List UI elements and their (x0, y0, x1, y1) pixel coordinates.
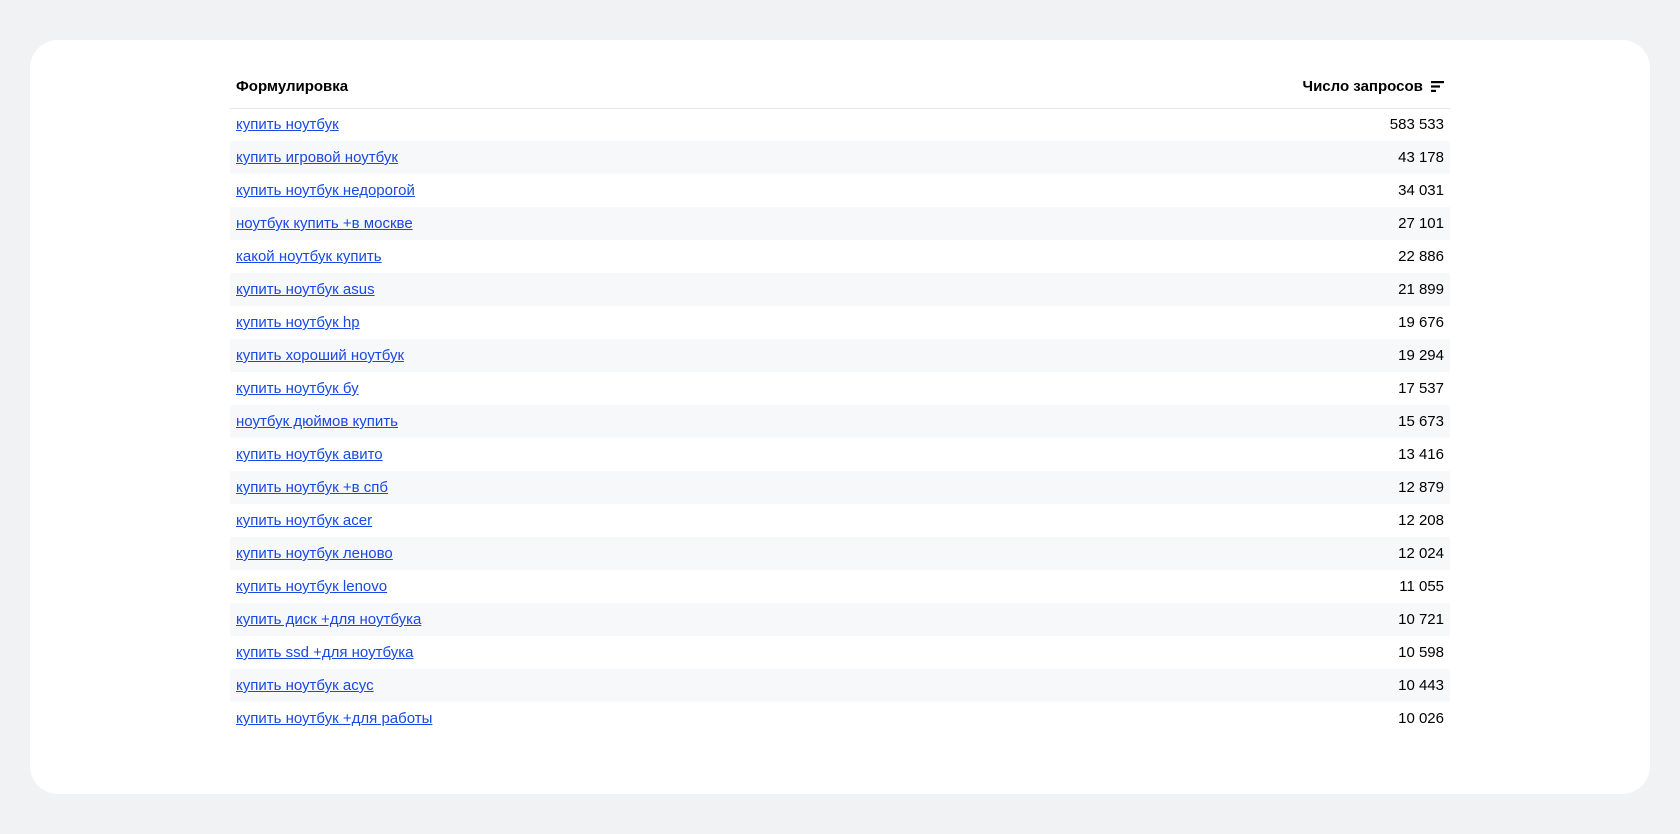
count-cell: 12 208 (933, 504, 1450, 537)
count-cell: 19 676 (933, 306, 1450, 339)
query-link[interactable]: купить ноутбук hp (236, 314, 360, 331)
query-cell: купить ноутбук бу (230, 372, 933, 405)
query-link[interactable]: купить ssd +для ноутбука (236, 644, 413, 661)
table-row: купить диск +для ноутбука 10 721 (230, 603, 1450, 636)
query-cell: купить ноутбук asus (230, 273, 933, 306)
query-link[interactable]: купить игровой ноутбук (236, 149, 398, 166)
query-cell: ноутбук купить +в москве (230, 207, 933, 240)
table-row: купить ноутбук asus 21 899 (230, 273, 1450, 306)
query-link[interactable]: купить ноутбук недорогой (236, 182, 415, 199)
query-cell: ноутбук дюймов купить (230, 405, 933, 438)
count-cell: 34 031 (933, 174, 1450, 207)
count-cell: 12 879 (933, 471, 1450, 504)
count-cell: 15 673 (933, 405, 1450, 438)
table-row: купить ноутбук +для работы 10 026 (230, 702, 1450, 735)
query-link[interactable]: купить ноутбук леново (236, 545, 393, 562)
column-header-query-label: Формулировка (236, 78, 348, 95)
table-row: купить ноутбук acer 12 208 (230, 504, 1450, 537)
count-cell: 21 899 (933, 273, 1450, 306)
query-cell: купить ssd +для ноутбука (230, 636, 933, 669)
table-row: купить ноутбук бу 17 537 (230, 372, 1450, 405)
count-cell: 13 416 (933, 438, 1450, 471)
query-link[interactable]: купить диск +для ноутбука (236, 611, 421, 628)
table-row: купить игровой ноутбук 43 178 (230, 141, 1450, 174)
query-link[interactable]: купить ноутбук asus (236, 281, 375, 298)
query-cell: купить ноутбук +для работы (230, 702, 933, 735)
query-link[interactable]: купить ноутбук acer (236, 512, 372, 529)
query-cell: купить хороший ноутбук (230, 339, 933, 372)
count-cell: 17 537 (933, 372, 1450, 405)
count-cell: 11 055 (933, 570, 1450, 603)
results-card: Формулировка Число запросов купить ноутб… (30, 40, 1650, 794)
column-header-count-label: Число запросов (1303, 78, 1423, 95)
count-cell: 12 024 (933, 537, 1450, 570)
query-link[interactable]: купить ноутбук +для работы (236, 710, 432, 727)
table-row: ноутбук купить +в москве 27 101 (230, 207, 1450, 240)
table-row: купить ноутбук lenovo 11 055 (230, 570, 1450, 603)
column-header-query[interactable]: Формулировка (230, 68, 933, 108)
query-link[interactable]: ноутбук дюймов купить (236, 413, 398, 430)
query-link[interactable]: купить ноутбук (236, 116, 339, 133)
table-row: купить ssd +для ноутбука 10 598 (230, 636, 1450, 669)
query-cell: купить игровой ноутбук (230, 141, 933, 174)
query-link[interactable]: купить хороший ноутбук (236, 347, 404, 364)
query-cell: купить ноутбук hp (230, 306, 933, 339)
query-cell: купить ноутбук +в спб (230, 471, 933, 504)
sort-desc-icon (1431, 79, 1444, 96)
query-cell: купить ноутбук авито (230, 438, 933, 471)
query-link[interactable]: купить ноутбук бу (236, 380, 359, 397)
table-row: купить ноутбук +в спб 12 879 (230, 471, 1450, 504)
table-row: купить ноутбук недорогой 34 031 (230, 174, 1450, 207)
query-cell: купить ноутбук acer (230, 504, 933, 537)
count-cell: 43 178 (933, 141, 1450, 174)
query-cell: купить ноутбук асус (230, 669, 933, 702)
table-row: ноутбук дюймов купить 15 673 (230, 405, 1450, 438)
count-cell: 22 886 (933, 240, 1450, 273)
count-cell: 10 026 (933, 702, 1450, 735)
query-link[interactable]: купить ноутбук асус (236, 677, 374, 694)
table-row: купить ноутбук асус 10 443 (230, 669, 1450, 702)
count-cell: 19 294 (933, 339, 1450, 372)
table-row: купить ноутбук леново 12 024 (230, 537, 1450, 570)
query-cell: купить ноутбук леново (230, 537, 933, 570)
query-link[interactable]: какой ноутбук купить (236, 248, 382, 265)
query-cell: купить ноутбук lenovo (230, 570, 933, 603)
table-row: купить хороший ноутбук 19 294 (230, 339, 1450, 372)
query-link[interactable]: купить ноутбук +в спб (236, 479, 388, 496)
query-link[interactable]: ноутбук купить +в москве (236, 215, 413, 232)
count-cell: 27 101 (933, 207, 1450, 240)
query-cell: купить ноутбук недорогой (230, 174, 933, 207)
query-link[interactable]: купить ноутбук lenovo (236, 578, 387, 595)
count-cell: 10 721 (933, 603, 1450, 636)
table-row: купить ноутбук 583 533 (230, 108, 1450, 141)
table-row: купить ноутбук hp 19 676 (230, 306, 1450, 339)
query-cell: купить ноутбук (230, 108, 933, 141)
table-row: какой ноутбук купить 22 886 (230, 240, 1450, 273)
column-header-count[interactable]: Число запросов (933, 68, 1450, 108)
count-cell: 10 443 (933, 669, 1450, 702)
count-cell: 583 533 (933, 108, 1450, 141)
query-link[interactable]: купить ноутбук авито (236, 446, 383, 463)
query-cell: какой ноутбук купить (230, 240, 933, 273)
count-cell: 10 598 (933, 636, 1450, 669)
query-cell: купить диск +для ноутбука (230, 603, 933, 636)
table-row: купить ноутбук авито 13 416 (230, 438, 1450, 471)
keywords-table: Формулировка Число запросов купить ноутб… (230, 68, 1450, 735)
